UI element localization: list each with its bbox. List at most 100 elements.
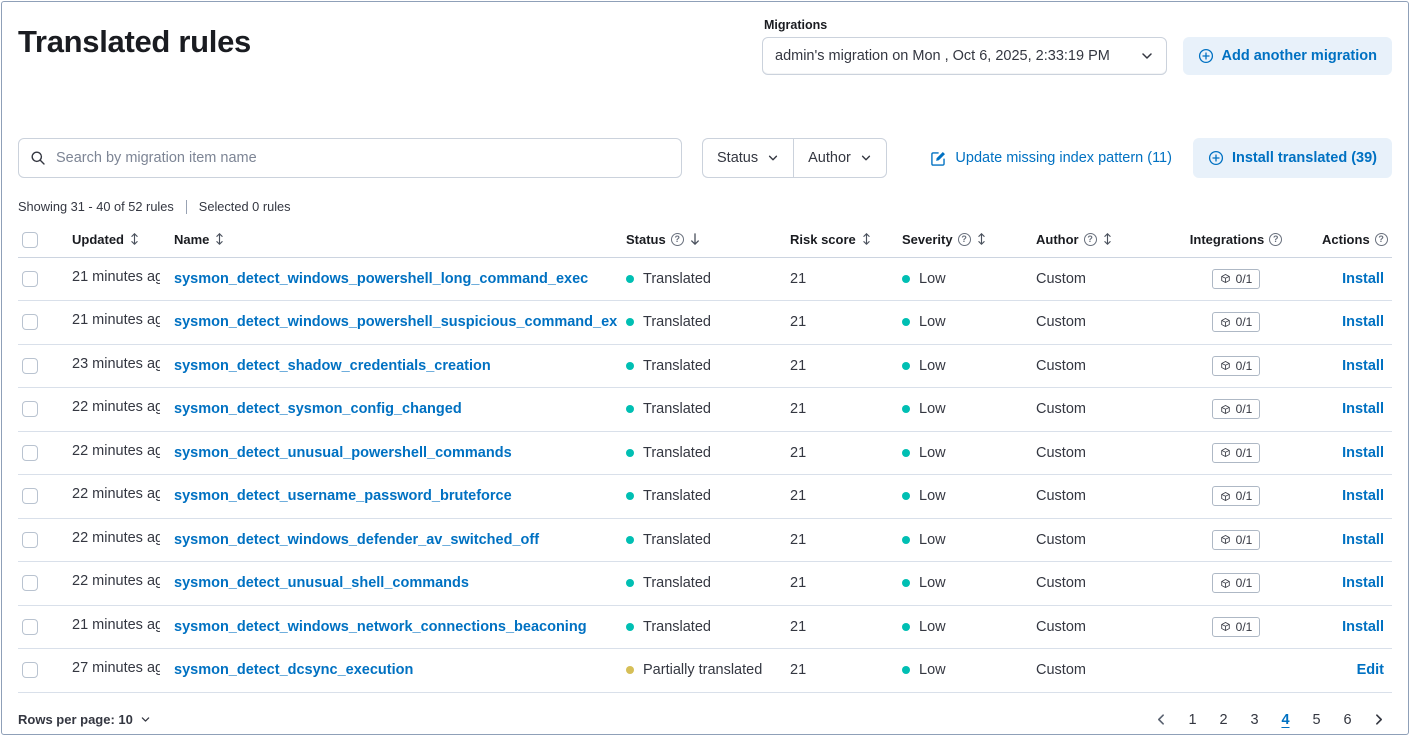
search-input[interactable]: [54, 149, 670, 167]
status-label: Translated: [643, 271, 711, 287]
status-filter-button[interactable]: Status: [702, 138, 793, 178]
status-label: Translated: [643, 314, 711, 330]
updated-cell: 21 minutes ago: [72, 312, 160, 328]
install-translated-button[interactable]: Install translated (39): [1193, 138, 1392, 178]
migration-select[interactable]: admin's migration on Mon , Oct 6, 2025, …: [762, 37, 1167, 75]
app-window: Translated rules Migrations admin's migr…: [1, 1, 1409, 735]
action-link[interactable]: Install: [1342, 401, 1384, 417]
integrations-count: 0/1: [1236, 272, 1253, 286]
rule-name-link[interactable]: sysmon_detect_sysmon_config_changed: [174, 401, 462, 417]
integrations-badge[interactable]: 0/1: [1212, 617, 1261, 637]
pagination-page-2[interactable]: 2: [1210, 706, 1237, 733]
risk-score-cell: 21: [782, 605, 894, 649]
risk-score-cell: 21: [782, 475, 894, 519]
pagination-page-6[interactable]: 6: [1334, 706, 1361, 733]
row-checkbox[interactable]: [22, 488, 38, 504]
severity-label: Low: [919, 532, 946, 548]
page-header: Translated rules Migrations admin's migr…: [18, 16, 1392, 75]
risk-score-cell: 21: [782, 257, 894, 301]
rule-name-link[interactable]: sysmon_detect_windows_defender_av_switch…: [174, 532, 539, 548]
filter-group: Status Author: [702, 138, 887, 178]
rule-name-link[interactable]: sysmon_detect_username_password_brutefor…: [174, 488, 512, 504]
rule-name-link[interactable]: sysmon_detect_shadow_credentials_creatio…: [174, 358, 491, 374]
severity-dot: [902, 666, 910, 674]
severity-dot: [902, 405, 910, 413]
rule-name-link[interactable]: sysmon_detect_windows_network_connection…: [174, 619, 587, 635]
install-translated-label: Install translated (39): [1232, 150, 1377, 166]
pagination-page-3[interactable]: 3: [1241, 706, 1268, 733]
row-checkbox[interactable]: [22, 619, 38, 635]
row-checkbox[interactable]: [22, 575, 38, 591]
action-link[interactable]: Install: [1342, 358, 1384, 374]
rows-per-page-button[interactable]: Rows per page: 10: [18, 712, 151, 727]
previous-page-button[interactable]: [1148, 706, 1175, 733]
update-index-pattern-link[interactable]: Update missing index pattern (11): [930, 150, 1172, 167]
chevron-down-icon: [1140, 49, 1154, 63]
rule-name-link[interactable]: sysmon_detect_windows_powershell_suspici…: [174, 314, 618, 330]
chevron-down-icon: [860, 152, 872, 164]
rule-name-link[interactable]: sysmon_detect_dcsync_execution: [174, 662, 413, 678]
pagination-page-5[interactable]: 5: [1303, 706, 1330, 733]
status-filter-label: Status: [717, 150, 758, 166]
row-checkbox[interactable]: [22, 662, 38, 678]
row-checkbox[interactable]: [22, 314, 38, 330]
action-link[interactable]: Install: [1342, 445, 1384, 461]
add-migration-button[interactable]: Add another migration: [1183, 37, 1392, 75]
next-page-button[interactable]: [1365, 706, 1392, 733]
action-link[interactable]: Install: [1342, 575, 1384, 591]
integrations-badge[interactable]: 0/1: [1212, 356, 1261, 376]
status-dot: [626, 536, 634, 544]
info-icon: [958, 233, 971, 246]
toolbar: Status Author Update missing index patte…: [18, 138, 1392, 178]
integrations-badge[interactable]: 0/1: [1212, 530, 1261, 550]
column-label-severity: Severity: [902, 232, 953, 247]
author-filter-button[interactable]: Author: [793, 138, 887, 178]
column-header-updated[interactable]: Updated: [64, 222, 166, 257]
integrations-badge[interactable]: 0/1: [1212, 312, 1261, 332]
action-link[interactable]: Install: [1342, 271, 1384, 287]
row-checkbox[interactable]: [22, 271, 38, 287]
integrations-badge[interactable]: 0/1: [1212, 443, 1261, 463]
integrations-badge[interactable]: 0/1: [1212, 269, 1261, 289]
severity-dot: [902, 318, 910, 326]
row-checkbox[interactable]: [22, 358, 38, 374]
column-header-author[interactable]: Author: [1028, 222, 1158, 257]
rule-name-link[interactable]: sysmon_detect_unusual_shell_commands: [174, 575, 469, 591]
integrations-count: 0/1: [1236, 489, 1253, 503]
column-header-name[interactable]: Name: [166, 222, 618, 257]
integrations-badge[interactable]: 0/1: [1212, 573, 1261, 593]
table-row: 22 minutes ago sysmon_detect_unusual_she…: [18, 562, 1392, 606]
row-checkbox[interactable]: [22, 532, 38, 548]
severity-dot: [902, 492, 910, 500]
package-icon: [1220, 447, 1231, 458]
integrations-badge[interactable]: 0/1: [1212, 399, 1261, 419]
action-link[interactable]: Install: [1342, 532, 1384, 548]
action-link[interactable]: Install: [1342, 488, 1384, 504]
author-cell: Custom: [1028, 388, 1158, 432]
column-header-status[interactable]: Status: [618, 222, 782, 257]
table-row: 22 minutes ago sysmon_detect_sysmon_conf…: [18, 388, 1392, 432]
pagination-page-1[interactable]: 1: [1179, 706, 1206, 733]
column-header-risk-score[interactable]: Risk score: [782, 222, 894, 257]
action-link[interactable]: Edit: [1357, 662, 1384, 678]
plus-in-circle-icon: [1198, 48, 1214, 64]
table-row: 21 minutes ago sysmon_detect_windows_pow…: [18, 257, 1392, 301]
status-dot: [626, 405, 634, 413]
action-link[interactable]: Install: [1342, 619, 1384, 635]
select-all-checkbox[interactable]: [22, 232, 38, 248]
author-cell: Custom: [1028, 257, 1158, 301]
row-checkbox[interactable]: [22, 445, 38, 461]
severity-label: Low: [919, 401, 946, 417]
integrations-badge[interactable]: 0/1: [1212, 486, 1261, 506]
column-header-severity[interactable]: Severity: [894, 222, 1028, 257]
risk-score-cell: 21: [782, 388, 894, 432]
pagination-page-4-current[interactable]: 4: [1272, 706, 1299, 733]
row-checkbox[interactable]: [22, 401, 38, 417]
severity-dot: [902, 536, 910, 544]
rule-name-link[interactable]: sysmon_detect_windows_powershell_long_co…: [174, 271, 588, 287]
rule-name-link[interactable]: sysmon_detect_unusual_powershell_command…: [174, 445, 512, 461]
risk-score-cell: 21: [782, 562, 894, 606]
severity-label: Low: [919, 662, 946, 678]
action-link[interactable]: Install: [1342, 314, 1384, 330]
status-label: Translated: [643, 488, 711, 504]
